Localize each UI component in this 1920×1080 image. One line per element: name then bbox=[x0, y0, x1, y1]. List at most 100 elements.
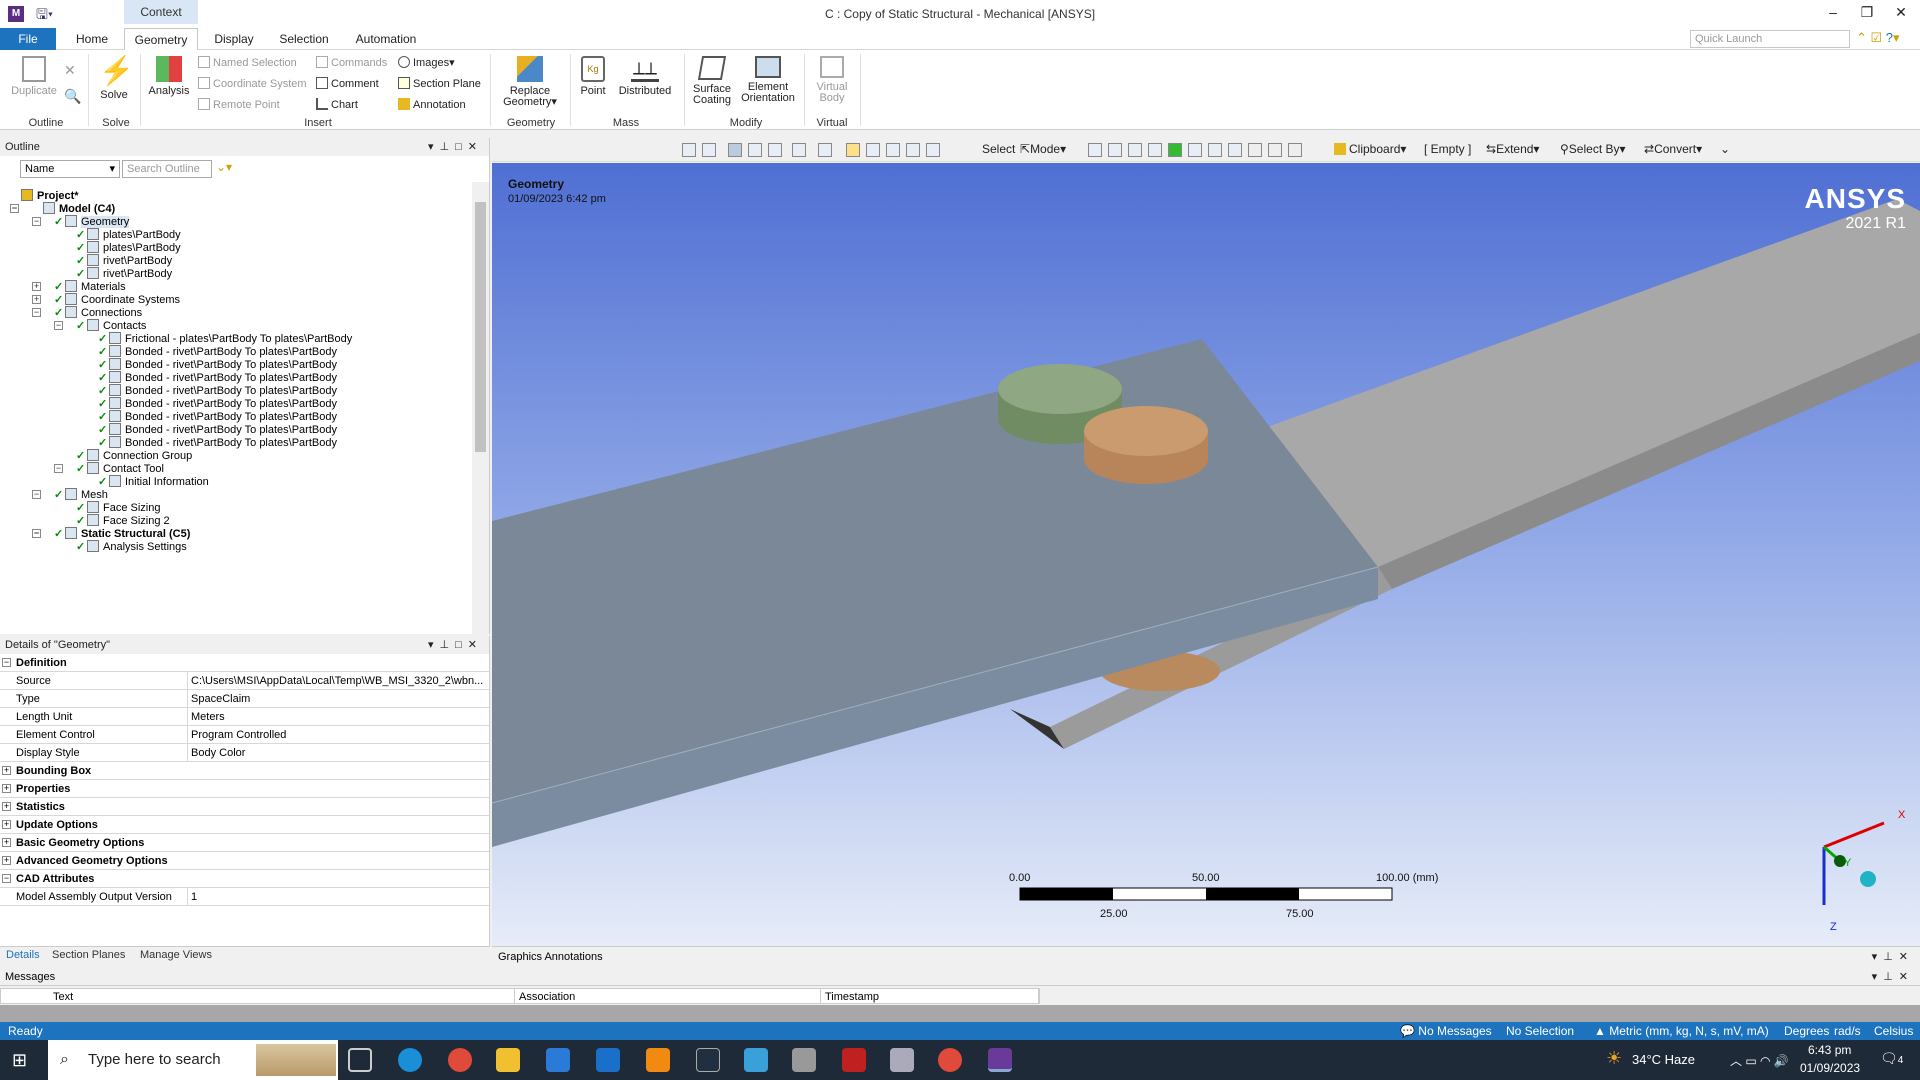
select-mesh-icon[interactable] bbox=[1228, 143, 1242, 157]
select-body-icon[interactable] bbox=[1148, 143, 1162, 157]
solve-button[interactable]: ⚡ Solve bbox=[96, 56, 134, 101]
expand-toggle-icon[interactable]: + bbox=[2, 766, 11, 775]
element-orientation-button[interactable]: Element Orientation bbox=[736, 56, 800, 104]
zoom-in-icon[interactable] bbox=[682, 143, 696, 157]
convert-dropdown[interactable]: ⇄Convert▾ bbox=[1644, 142, 1702, 156]
restore-button[interactable]: ❐ bbox=[1852, 4, 1882, 24]
expand-toggle-icon[interactable]: + bbox=[2, 856, 11, 865]
workbench-icon[interactable] bbox=[792, 1048, 816, 1072]
clock-time[interactable]: 6:43 pm bbox=[1808, 1043, 1851, 1057]
expand-toggle-icon[interactable]: + bbox=[32, 295, 41, 304]
details-row[interactable]: − Definition bbox=[0, 654, 489, 672]
details-row[interactable]: Display Style Body Color bbox=[0, 744, 489, 762]
details-row[interactable]: + Advanced Geometry Options bbox=[0, 852, 489, 870]
expand-toggle-icon[interactable]: + bbox=[2, 802, 11, 811]
surface-coating-button[interactable]: Surface Coating bbox=[688, 56, 736, 106]
details-row[interactable]: + Bounding Box bbox=[0, 762, 489, 780]
select-element-icon[interactable] bbox=[1208, 143, 1222, 157]
duplicate-button[interactable]: Duplicate bbox=[8, 56, 60, 97]
plate-front-top[interactable] bbox=[492, 339, 1378, 803]
calculator-icon[interactable] bbox=[744, 1048, 768, 1072]
ansys-launcher-icon[interactable] bbox=[890, 1048, 914, 1072]
details-row[interactable]: + Update Options bbox=[0, 816, 489, 834]
tab-home[interactable]: Home bbox=[66, 28, 118, 50]
rivet-orange-top[interactable] bbox=[1084, 406, 1208, 456]
graphics-viewport[interactable]: Geometry 01/09/2023 6:42 pm ANSYS 2021 R… bbox=[492, 163, 1920, 946]
tab-selection[interactable]: Selection bbox=[272, 28, 336, 50]
mail-icon[interactable] bbox=[596, 1048, 620, 1072]
annotation-icon[interactable] bbox=[1288, 143, 1302, 157]
zoom-to-fit-icon[interactable] bbox=[906, 143, 920, 157]
details-value[interactable]: C:\Users\MSI\AppData\Local\Temp\WB_MSI_3… bbox=[191, 672, 487, 689]
close-button[interactable]: ✕ bbox=[1886, 4, 1916, 24]
details-value[interactable]: 1 bbox=[191, 888, 487, 905]
annotation-button[interactable]: Annotation bbox=[398, 96, 466, 114]
expand-toggle-icon[interactable]: − bbox=[32, 529, 41, 538]
replace-geometry-button[interactable]: Replace Geometry▾ bbox=[496, 56, 564, 108]
chrome-icon[interactable] bbox=[448, 1048, 472, 1072]
box-zoom-icon[interactable] bbox=[886, 143, 900, 157]
paint-icon[interactable] bbox=[696, 1048, 720, 1072]
panel-controls-icon[interactable]: ▾⊥□✕ bbox=[428, 636, 483, 654]
find-icon[interactable]: 🔍 bbox=[64, 88, 81, 105]
weather-text[interactable]: 34°C Haze bbox=[1632, 1052, 1695, 1067]
tab-automation[interactable]: Automation bbox=[348, 28, 424, 50]
game-app-icon[interactable] bbox=[842, 1048, 866, 1072]
mode-dropdown[interactable]: ⇱Mode▾ bbox=[1020, 142, 1066, 156]
triad-iso-ball[interactable] bbox=[1860, 871, 1876, 887]
select-face-icon[interactable] bbox=[1128, 143, 1142, 157]
details-row[interactable]: − CAD Attributes bbox=[0, 870, 489, 888]
select-edge-icon[interactable] bbox=[1108, 143, 1122, 157]
details-row[interactable]: + Statistics bbox=[0, 798, 489, 816]
expand-toggle-icon[interactable]: − bbox=[32, 490, 41, 499]
col-association[interactable]: Association bbox=[515, 989, 821, 1004]
notification-icon[interactable]: 🗨4 bbox=[1880, 1050, 1903, 1067]
status-units[interactable]: ▲ Metric (mm, kg, N, s, mV, mA) bbox=[1594, 1022, 1769, 1040]
search-options-icon[interactable]: ⌄▾ bbox=[216, 160, 232, 174]
details-value[interactable]: Meters bbox=[191, 708, 487, 725]
select-element-face-icon[interactable] bbox=[1188, 143, 1202, 157]
details-row[interactable]: + Basic Geometry Options bbox=[0, 834, 489, 852]
panel-controls-icon[interactable]: ▾⊥✕ bbox=[1872, 968, 1914, 986]
status-celsius[interactable]: Celsius bbox=[1874, 1022, 1913, 1040]
details-value[interactable]: Program Controlled bbox=[191, 726, 487, 743]
quick-launch-input[interactable]: Quick Launch bbox=[1690, 30, 1850, 48]
status-rads[interactable]: rad/s bbox=[1834, 1022, 1861, 1040]
col-text[interactable]: Text bbox=[49, 989, 515, 1004]
store-icon[interactable] bbox=[546, 1048, 570, 1072]
coordinates-icon[interactable] bbox=[1248, 143, 1262, 157]
select-node-icon[interactable] bbox=[1168, 143, 1182, 157]
tree-node[interactable]: ✓ Analysis Settings bbox=[76, 539, 187, 555]
commands-button[interactable]: Commands bbox=[316, 54, 387, 72]
expand-toggle-icon[interactable]: − bbox=[32, 308, 41, 317]
edge-icon[interactable] bbox=[398, 1048, 422, 1072]
comment-button[interactable]: Comment bbox=[316, 75, 379, 93]
outline-search-input[interactable]: Search Outline bbox=[122, 160, 212, 178]
tab-file[interactable]: File bbox=[0, 28, 56, 50]
edges-icon[interactable] bbox=[768, 143, 782, 157]
details-row[interactable]: Model Assembly Output Version 1 bbox=[0, 888, 489, 906]
select-button[interactable]: Select bbox=[982, 142, 1015, 156]
label-icon[interactable] bbox=[1268, 143, 1282, 157]
expand-toggle-icon[interactable]: + bbox=[2, 820, 11, 829]
analysis-button[interactable]: Analysis bbox=[146, 56, 192, 97]
expand-toggle-icon[interactable]: + bbox=[2, 838, 11, 847]
mechanical-taskbar-icon[interactable] bbox=[988, 1048, 1012, 1072]
remote-point-button[interactable]: Remote Point bbox=[198, 96, 280, 114]
magnifier-icon[interactable] bbox=[926, 143, 940, 157]
expand-toggle-icon[interactable]: + bbox=[2, 784, 11, 793]
panel-controls-icon[interactable]: ▾⊥✕ bbox=[1872, 947, 1914, 967]
expand-toggle-icon[interactable]: − bbox=[54, 464, 63, 473]
zoom-icon[interactable] bbox=[866, 143, 880, 157]
rivet-green-top[interactable] bbox=[998, 364, 1122, 414]
distributed-mass-button[interactable]: ⟂⟂ Distributed bbox=[614, 56, 676, 97]
zoom-out-icon[interactable] bbox=[702, 143, 716, 157]
windows-start-icon[interactable]: ⊞ bbox=[12, 1050, 27, 1071]
wireframe-icon[interactable] bbox=[748, 143, 762, 157]
model-geometry[interactable] bbox=[492, 163, 1920, 946]
section-plane-button[interactable]: Section Plane bbox=[398, 75, 481, 93]
chart-button[interactable]: Chart bbox=[316, 96, 358, 114]
delete-icon[interactable]: ✕ bbox=[64, 62, 76, 79]
tab-section-planes[interactable]: Section Planes bbox=[52, 949, 125, 961]
virtual-body-button[interactable]: Virtual Body bbox=[808, 56, 856, 104]
